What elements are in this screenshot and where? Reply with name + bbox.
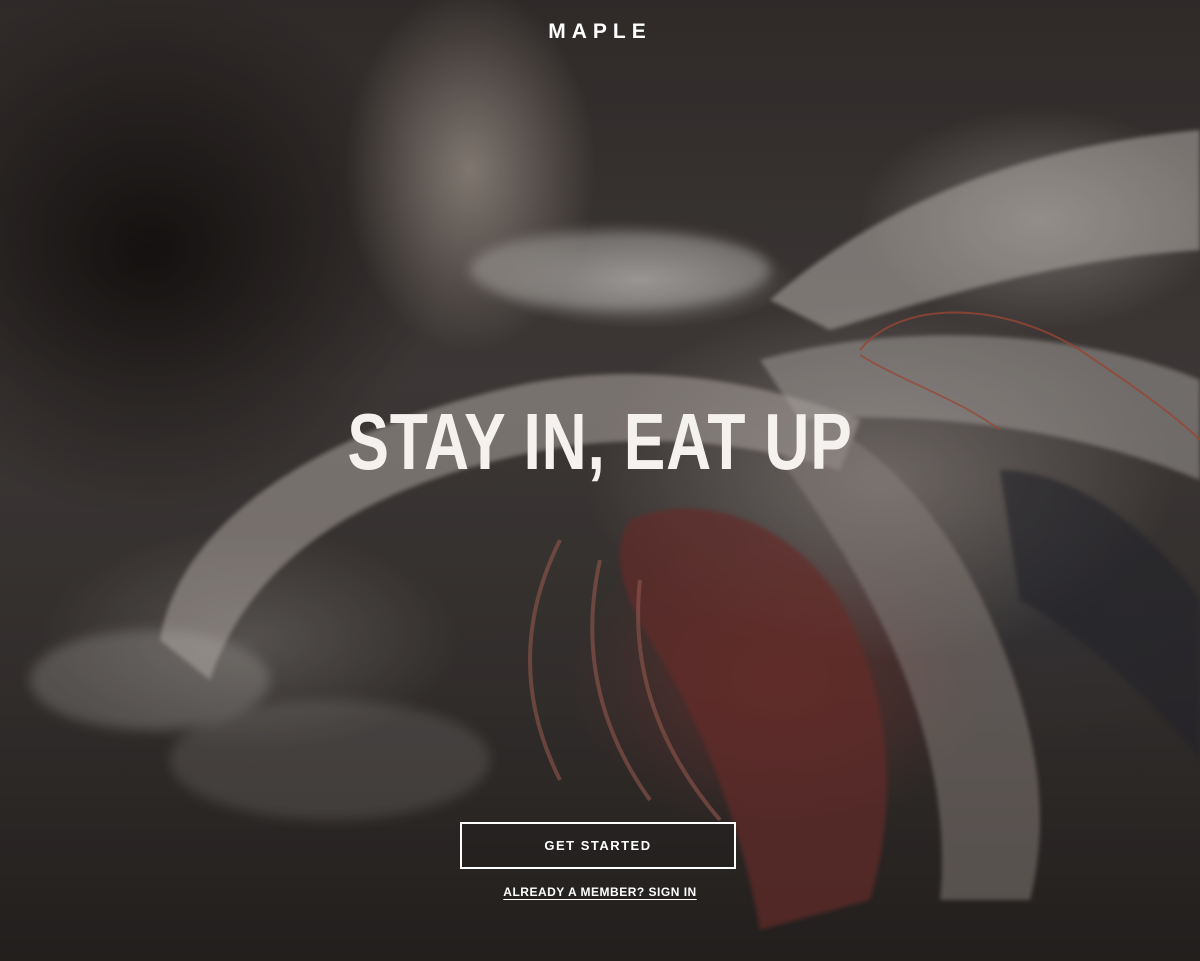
hero-headline: STAY IN, EAT UP (347, 397, 853, 486)
maple-logo[interactable]: MAPLE (0, 20, 1200, 44)
sign-in-link[interactable]: ALREADY A MEMBER? SIGN IN (503, 885, 696, 899)
get-started-button[interactable]: GET STARTED (460, 822, 736, 869)
hero-section: MAPLE STAY IN, EAT UP GET STARTED ALREAD… (0, 0, 1200, 961)
sign-in-row: ALREADY A MEMBER? SIGN IN (0, 885, 1200, 899)
get-started-label: GET STARTED (544, 838, 652, 853)
